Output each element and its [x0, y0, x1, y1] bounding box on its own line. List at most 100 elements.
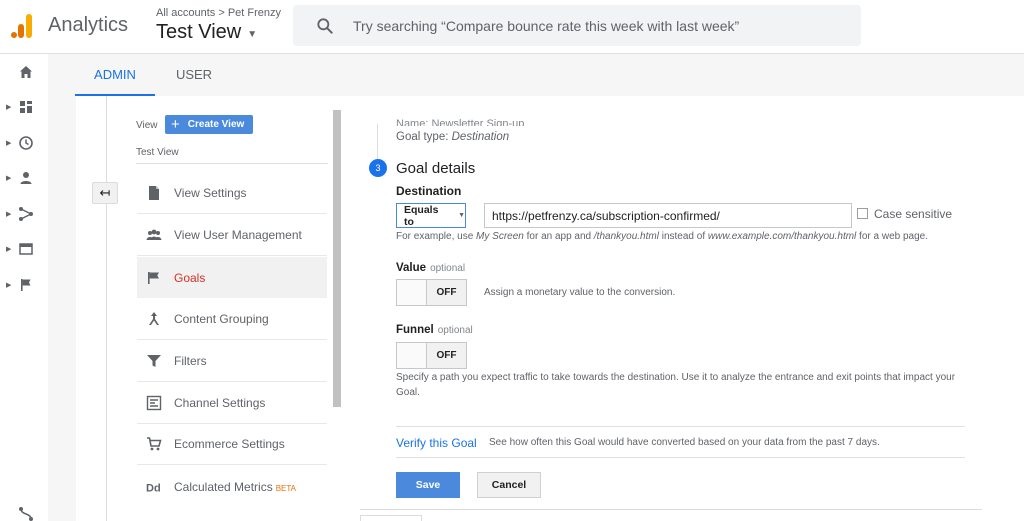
- match-type-value: Equals to: [404, 203, 439, 228]
- caret-down-icon: ▼: [247, 28, 258, 40]
- value-label-text: Value: [396, 262, 427, 274]
- content-grouping-icon: [149, 312, 159, 325]
- expand-arrow-icon: ▶: [6, 211, 12, 218]
- menu-item-goals[interactable]: Goals: [137, 257, 327, 298]
- calculated-metrics-label: Calculated Metrics: [174, 479, 273, 494]
- view-selector[interactable]: Test View ▼: [156, 21, 257, 44]
- left-nav-rail: ▶ ▶ ▶ ▶ ▶ ▶: [0, 54, 48, 521]
- menu-item-channel-settings[interactable]: Channel Settings: [137, 383, 327, 424]
- collapse-back-button[interactable]: ↤: [92, 182, 118, 204]
- goal-type-label: Goal type:: [396, 131, 449, 143]
- menu-item-view-user-management[interactable]: View User Management: [137, 215, 327, 256]
- bottom-divider: [360, 509, 982, 510]
- tab-user[interactable]: USER: [166, 54, 222, 96]
- optional-label: optional: [437, 325, 473, 336]
- view-title: Test View: [156, 21, 242, 43]
- rail-discover[interactable]: [0, 500, 48, 521]
- create-view-label: Create View: [187, 119, 245, 130]
- view-name[interactable]: Test View: [136, 147, 179, 158]
- discover-icon: [19, 507, 33, 521]
- step-connector-line: [377, 124, 378, 162]
- rail-behavior[interactable]: ▶: [0, 235, 48, 263]
- funnel-toggle[interactable]: OFF: [396, 342, 467, 369]
- value-toggle[interactable]: OFF: [396, 279, 467, 306]
- dashboard-icon: [20, 101, 32, 113]
- account-breadcrumb[interactable]: All accounts > Pet Frenzy: [156, 7, 281, 19]
- bottom-button-edge[interactable]: [360, 515, 422, 521]
- search-icon: [317, 17, 333, 34]
- goal-type-value: Destination: [451, 131, 510, 143]
- flag-icon: [148, 271, 159, 284]
- rail-realtime[interactable]: ▶: [0, 129, 48, 157]
- rail-audience[interactable]: ▶: [0, 164, 48, 192]
- view-label: View: [136, 120, 158, 131]
- hint-example: www.example.com/thankyou.html: [707, 231, 857, 242]
- rail-customization[interactable]: ▶: [0, 93, 48, 121]
- analytics-logo-icon[interactable]: [10, 12, 34, 40]
- expand-arrow-icon: ▶: [6, 246, 12, 253]
- home-icon: [20, 66, 32, 78]
- destination-url-input[interactable]: [484, 203, 852, 228]
- cart-icon: [147, 437, 162, 451]
- menu-item-label: Filters: [174, 354, 207, 368]
- person-icon: [20, 172, 32, 184]
- admin-user-tabs: ADMIN USER: [48, 54, 1024, 96]
- tab-admin[interactable]: ADMIN: [75, 54, 155, 96]
- search-input[interactable]: [353, 17, 833, 34]
- hint-text: For example, use: [396, 231, 477, 242]
- hint-text: for a web page.: [856, 231, 928, 242]
- hint-text: for an app and: [523, 231, 594, 242]
- value-label: Value optional: [396, 262, 465, 274]
- goal-type: Goal type: Destination: [396, 131, 509, 143]
- section-title: Goal details: [396, 160, 476, 177]
- brand-name: Analytics: [48, 14, 129, 36]
- case-sensitive-checkbox[interactable]: [857, 208, 868, 219]
- menu-item-label: Ecommerce Settings: [174, 437, 285, 451]
- verify-goal-link[interactable]: Verify this Goal: [396, 436, 477, 450]
- funnel-label-text: Funnel: [396, 324, 434, 336]
- save-button[interactable]: Save: [396, 472, 460, 498]
- panel-scrollbar[interactable]: [333, 110, 341, 407]
- filter-icon: [147, 355, 161, 367]
- top-header: Analytics All accounts > Pet Frenzy Test…: [0, 0, 1024, 54]
- users-icon: [146, 229, 162, 240]
- menu-item-content-grouping[interactable]: Content Grouping: [137, 299, 327, 340]
- view-separator: [136, 163, 328, 164]
- document-icon: [149, 186, 159, 200]
- acquisition-icon: [19, 207, 33, 221]
- menu-item-ecommerce-settings[interactable]: Ecommerce Settings: [137, 424, 327, 465]
- clock-icon: [19, 136, 33, 150]
- menu-item-filters[interactable]: Filters: [137, 341, 327, 382]
- expand-arrow-icon: ▶: [6, 104, 12, 111]
- toggle-knob: [397, 280, 427, 305]
- menu-item-label: Content Grouping: [174, 312, 269, 326]
- menu-item-label: View User Management: [174, 228, 302, 242]
- value-description: Assign a monetary value to the conversio…: [484, 287, 676, 298]
- rail-acquisition[interactable]: ▶: [0, 200, 48, 228]
- create-view-button[interactable]: + Create View: [165, 115, 253, 134]
- goal-name-clipped: Name: Newsletter Sign-up: [396, 118, 525, 126]
- rail-home[interactable]: [0, 58, 48, 86]
- hint-example: My Screen: [476, 231, 524, 242]
- expand-arrow-icon: ▶: [6, 175, 12, 182]
- menu-item-label: Goals: [174, 270, 206, 285]
- step-number-badge: 3: [369, 159, 387, 177]
- beta-badge: BETA: [275, 483, 297, 493]
- verify-goal-description: See how often this Goal would have conve…: [489, 437, 880, 448]
- dd-icon: Dd: [146, 482, 161, 494]
- funnel-description: Specify a path you expect traffic to tak…: [396, 372, 956, 398]
- menu-item-calculated-metrics[interactable]: Dd Calculated Metrics BETA: [137, 466, 327, 507]
- rail-conversions[interactable]: ▶: [0, 271, 48, 299]
- separator: [396, 426, 965, 427]
- destination-hint: For example, use My Screen for an app an…: [396, 231, 928, 242]
- behavior-icon: [19, 243, 33, 255]
- menu-item-view-settings[interactable]: View Settings: [137, 173, 327, 214]
- expand-arrow-icon: ▶: [6, 140, 12, 147]
- channel-icon: [146, 395, 162, 411]
- toggle-knob: [397, 343, 427, 368]
- optional-label: optional: [430, 263, 466, 274]
- search-bar[interactable]: [293, 5, 861, 46]
- case-sensitive-label: Case sensitive: [874, 207, 953, 221]
- match-type-dropdown[interactable]: Equals to ▼: [396, 203, 466, 228]
- cancel-button[interactable]: Cancel: [477, 472, 541, 498]
